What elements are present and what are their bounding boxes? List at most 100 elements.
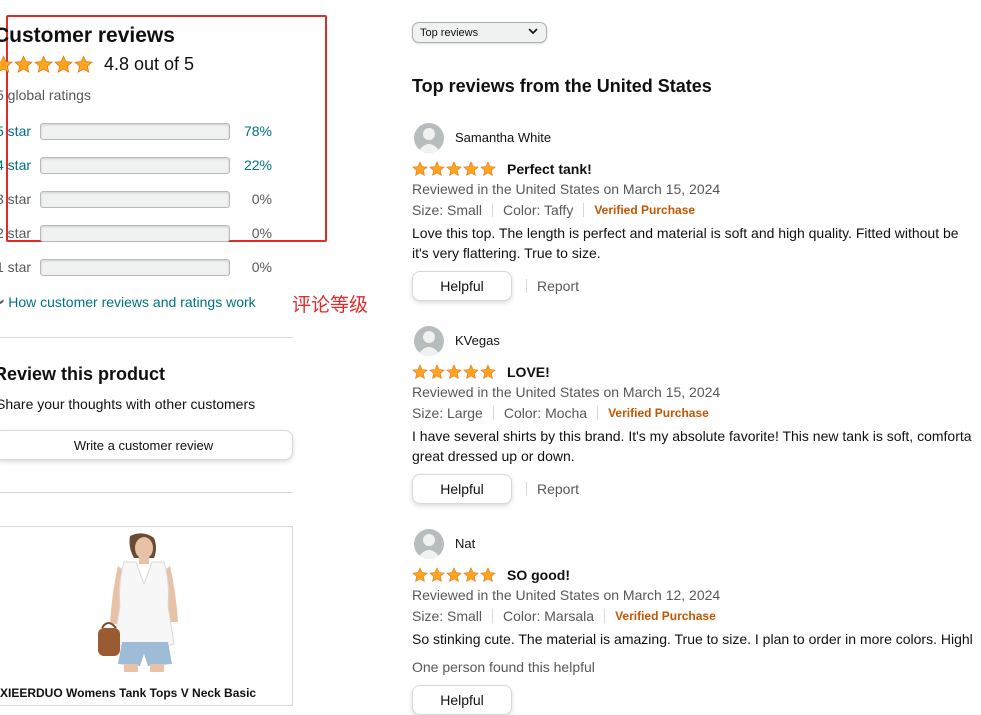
report-link[interactable]: Report <box>526 278 579 294</box>
review-variant[interactable]: Size: Small Color: Taffy Verified Purcha… <box>412 201 695 219</box>
reviewer-name[interactable]: KVegas <box>455 333 500 348</box>
histogram-percent[interactable]: 22% <box>230 157 272 173</box>
review-rating-row[interactable]: LOVE! <box>412 362 550 382</box>
histogram-percent: 0% <box>251 191 272 207</box>
user-icon <box>417 128 441 153</box>
review-product-title: Review this product <box>0 364 166 384</box>
review-color[interactable]: Color: Taffy <box>503 202 573 218</box>
histogram-bar <box>40 190 230 208</box>
histogram-label[interactable]: 4 star <box>0 157 40 173</box>
review-stars <box>412 364 497 380</box>
how-reviews-work-label[interactable]: How customer reviews and ratings work <box>8 294 255 310</box>
reviewer-avatar[interactable] <box>414 326 444 356</box>
chevron-right-icon: ❯ <box>0 297 5 306</box>
star-icon <box>480 364 496 380</box>
histogram-label: 2 star <box>0 225 32 241</box>
star-icon <box>429 567 445 583</box>
review-body-line: Love this top. The length is perfect and… <box>412 225 959 241</box>
star-icon <box>0 54 13 73</box>
histogram-row-1-star: 1 star 0% <box>0 256 272 278</box>
star-icon <box>54 54 73 73</box>
histogram-bar <box>40 258 230 276</box>
reviewer-avatar[interactable] <box>414 529 444 559</box>
star-icon <box>446 567 462 583</box>
user-icon <box>417 534 441 559</box>
found-helpful-text: One person found this helpful <box>412 659 595 675</box>
rating-stars <box>0 54 94 74</box>
star-icon <box>412 161 428 177</box>
review-size[interactable]: Size: Small <box>412 608 482 624</box>
report-link[interactable]: Report <box>526 481 579 497</box>
user-icon <box>417 331 441 356</box>
histogram-row-5-star[interactable]: 5 star 78% <box>0 120 272 142</box>
histogram-label: 1 star <box>0 259 32 275</box>
star-icon <box>429 364 445 380</box>
verified-purchase-badge: Verified Purchase <box>594 203 696 217</box>
annotation-label: 评论等级 <box>292 294 369 316</box>
review-date: Reviewed in the United States on March 1… <box>412 384 721 400</box>
review-variant[interactable]: Size: Large Color: Mocha Verified Purcha… <box>412 404 709 422</box>
review-date: Reviewed in the United States on March 1… <box>412 587 721 603</box>
star-icon <box>429 161 445 177</box>
report-label[interactable]: Report <box>537 278 579 294</box>
write-review-button[interactable]: Write a customer review <box>0 430 293 460</box>
product-title[interactable]: XIEERDUO Womens Tank Tops V Neck Basic <box>0 686 256 700</box>
verified-purchase-badge: Verified Purchase <box>615 609 716 623</box>
rating-summary: 4.8 out of 5 <box>0 52 194 76</box>
review-size[interactable]: Size: Large <box>412 405 483 421</box>
star-icon <box>446 364 462 380</box>
star-icon <box>446 161 462 177</box>
review-date: Reviewed in the United States on March 1… <box>412 181 721 197</box>
histogram-row-3-star: 3 star 0% <box>0 188 272 210</box>
histogram-bar <box>40 224 230 242</box>
star-icon <box>463 567 479 583</box>
section-divider <box>0 492 293 493</box>
star-icon <box>412 364 428 380</box>
review-variant[interactable]: Size: Small Color: Marsala Verified Purc… <box>412 607 716 625</box>
star-icon <box>480 567 496 583</box>
histogram-percent: 0% <box>251 225 272 241</box>
review-headline[interactable]: LOVE! <box>507 364 550 380</box>
review-body-line: great dressed up or down. <box>412 448 575 464</box>
review-body-line: I have several shirts by this brand. It'… <box>412 428 972 444</box>
review-body-line: it's very flattering. True to size. <box>412 245 601 261</box>
product-image[interactable] <box>88 532 198 672</box>
review-rating-row[interactable]: Perfect tank! <box>412 159 592 179</box>
review-body-line: So stinking cute. The material is amazin… <box>412 631 973 647</box>
star-icon <box>463 161 479 177</box>
how-reviews-work-link[interactable]: ❯ How customer reviews and ratings work <box>0 294 256 310</box>
review-color[interactable]: Color: Mocha <box>504 405 587 421</box>
star-icon <box>14 54 33 73</box>
review-stars <box>412 161 497 177</box>
histogram-bar[interactable] <box>40 156 230 174</box>
review-headline[interactable]: Perfect tank! <box>507 161 592 177</box>
section-divider <box>0 337 293 338</box>
review-size[interactable]: Size: Small <box>412 202 482 218</box>
sort-dropdown[interactable]: Top reviews <box>412 22 547 43</box>
histogram-bar[interactable] <box>40 122 230 140</box>
top-reviews-heading: Top reviews from the United States <box>412 76 712 96</box>
verified-purchase-badge: Verified Purchase <box>608 406 709 420</box>
histogram-label[interactable]: 5 star <box>0 123 40 139</box>
histogram-row-4-star[interactable]: 4 star 22% <box>0 154 272 176</box>
review-rating-row[interactable]: SO good! <box>412 565 570 585</box>
helpful-button[interactable]: Helpful <box>412 271 512 301</box>
review-color[interactable]: Color: Marsala <box>503 608 594 624</box>
rating-text: 4.8 out of 5 <box>104 53 195 74</box>
review-stars <box>412 567 497 583</box>
helpful-button[interactable]: Helpful <box>412 685 512 715</box>
chevron-down-icon <box>528 28 538 34</box>
report-label[interactable]: Report <box>537 481 579 497</box>
reviewer-avatar[interactable] <box>414 123 444 153</box>
review-headline[interactable]: SO good! <box>507 567 570 583</box>
star-icon <box>74 54 93 73</box>
star-icon <box>412 567 428 583</box>
histogram-percent: 0% <box>251 259 272 275</box>
reviewer-name[interactable]: Samantha White <box>455 130 551 145</box>
histogram-percent[interactable]: 78% <box>230 123 272 139</box>
star-icon <box>34 54 53 73</box>
sort-selected-value[interactable]: Top reviews <box>420 27 478 39</box>
star-icon <box>480 161 496 177</box>
reviewer-name[interactable]: Nat <box>455 536 475 551</box>
helpful-button[interactable]: Helpful <box>412 474 512 504</box>
